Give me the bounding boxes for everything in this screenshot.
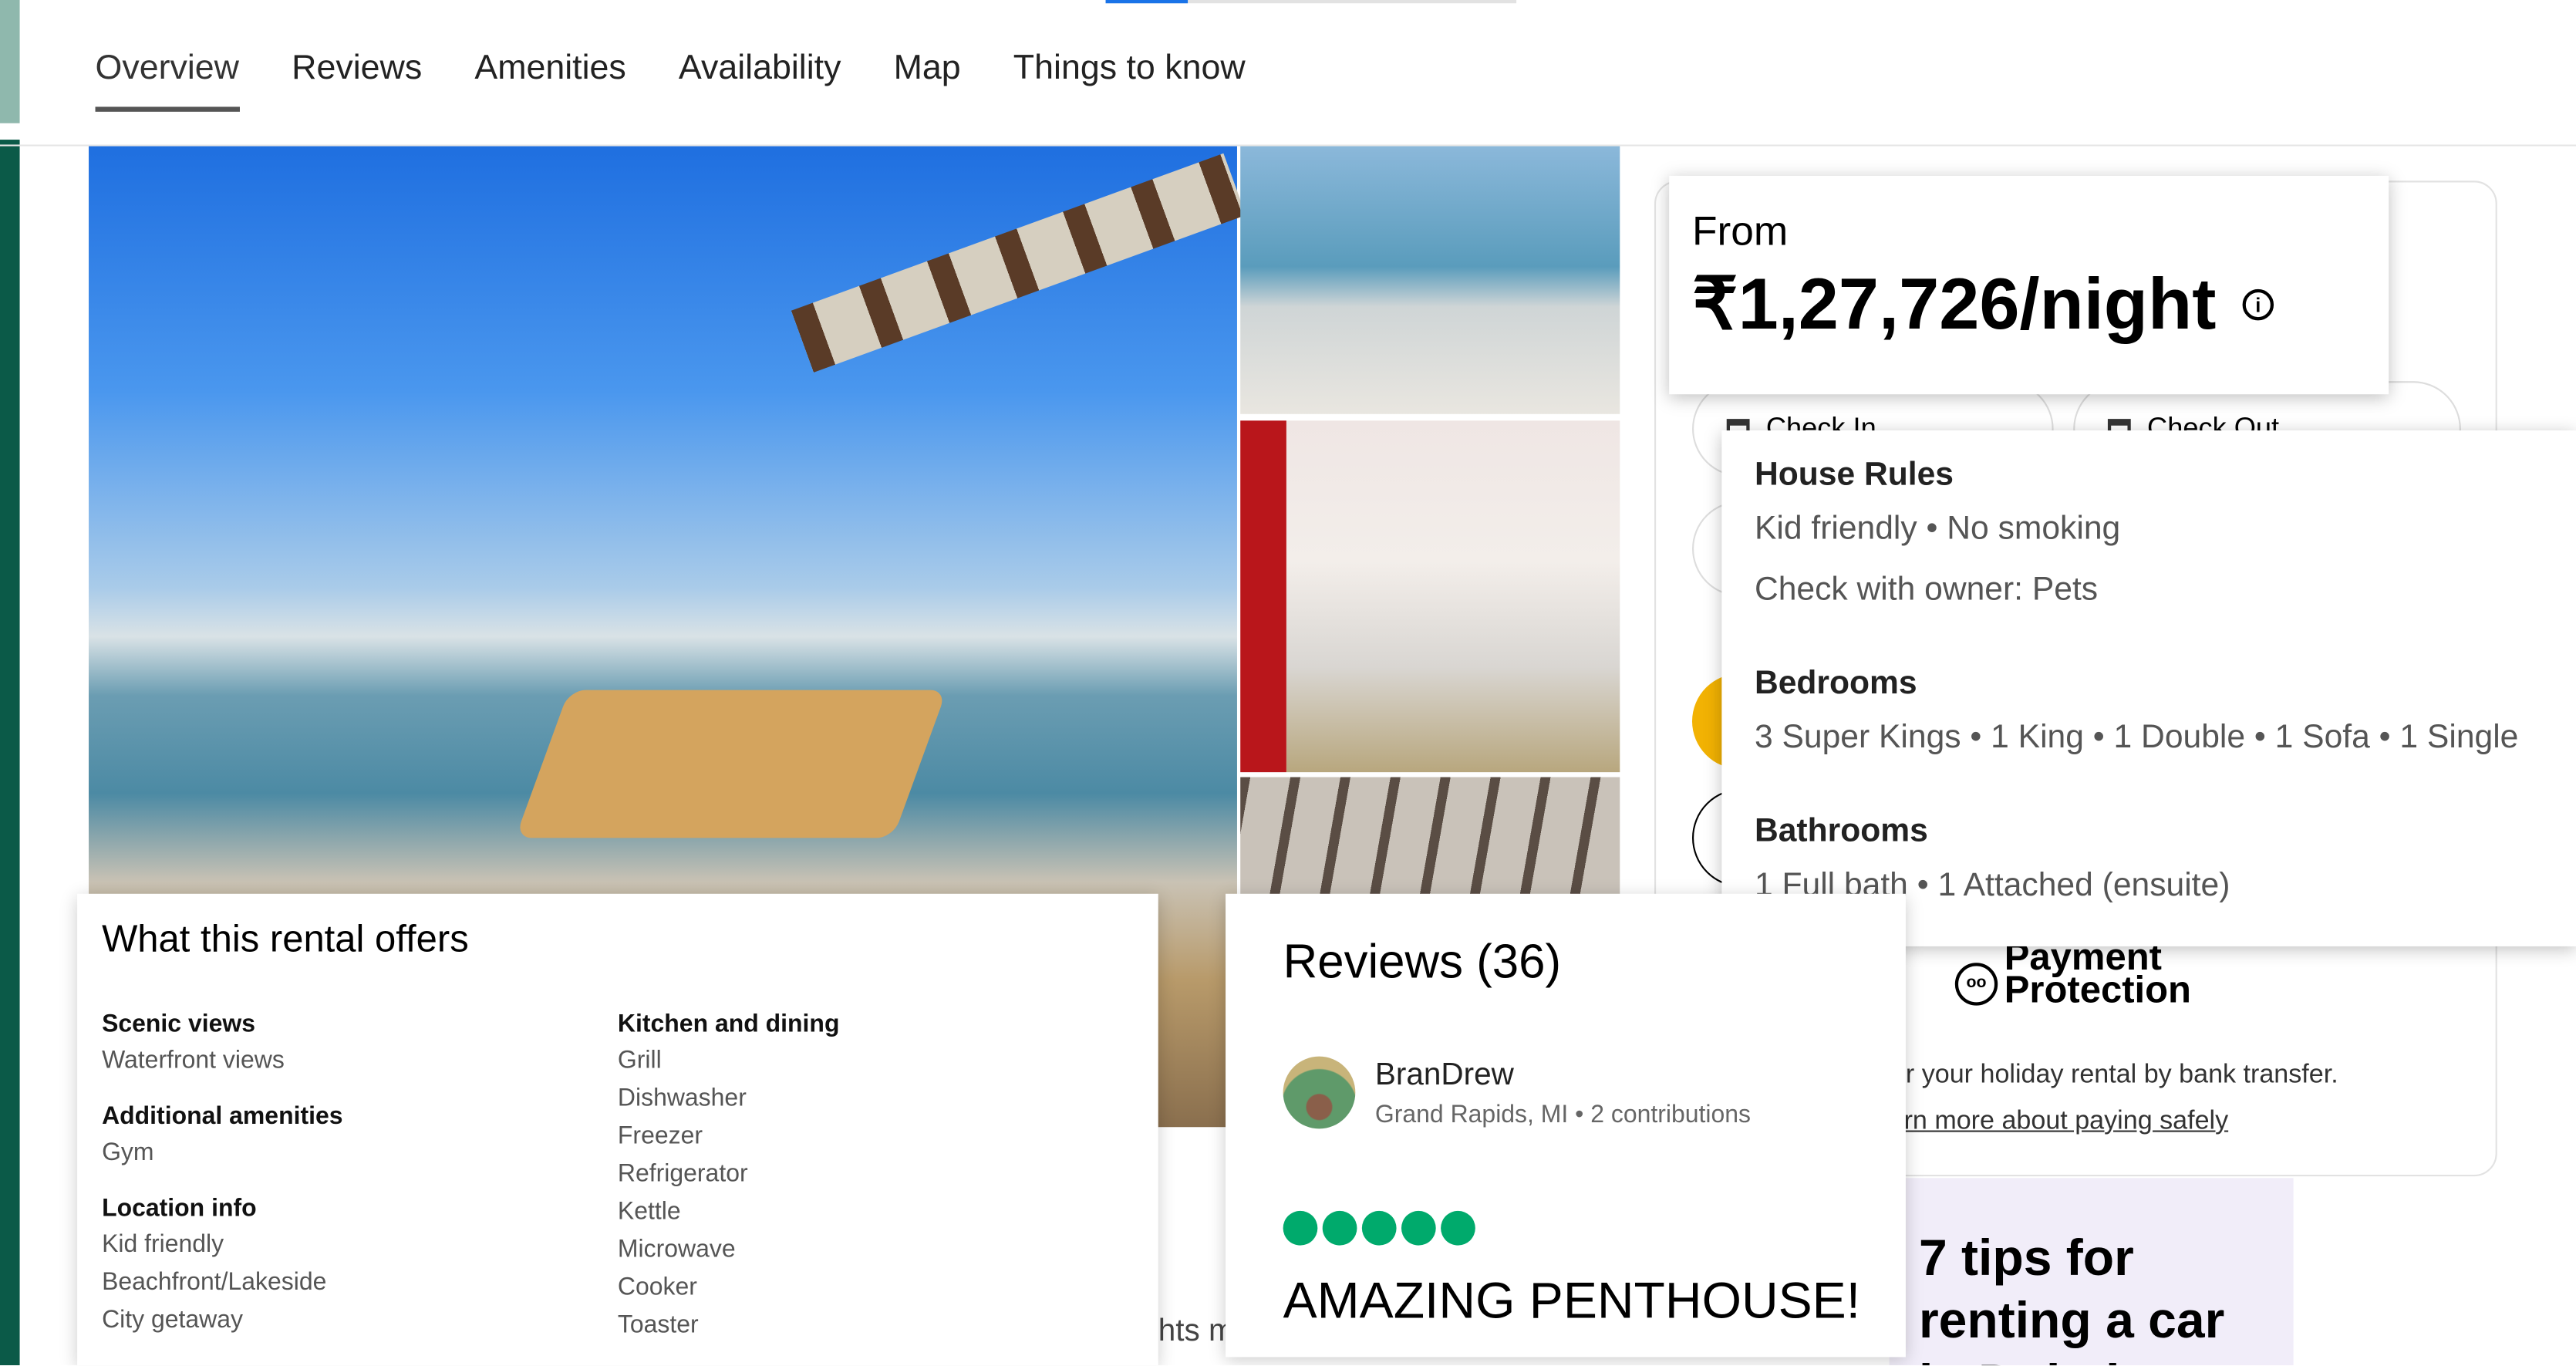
- amenity-group: Location info Kid friendly Beachfront/Lake…: [102, 1195, 618, 1339]
- partial-text: hts m: [1158, 1314, 1235, 1349]
- amenity-item: Toaster: [617, 1310, 699, 1340]
- car-rental-tips-card[interactable]: 7 tips forrenting a carin Dubai: [1889, 1178, 2294, 1366]
- rating-bubble-icon: [1441, 1210, 1475, 1246]
- amenity-group: Kitchen and dining Grill Dishwasher Freezer…: [618, 1010, 1134, 1344]
- amenity-group: Scenic views Waterfront views: [102, 1010, 618, 1079]
- amenity-item: City getaway: [102, 1306, 243, 1334]
- amenity-item: Gym: [102, 1138, 154, 1167]
- payment-protection-badge: oo Payment Protection: [1954, 937, 2191, 1008]
- tab-map[interactable]: Map: [894, 49, 961, 112]
- bathrooms-title: Bathrooms: [1754, 813, 1928, 850]
- reviewer-name[interactable]: BranDrew: [1375, 1057, 1751, 1094]
- page: Overview Reviews Amenities Availability Map T…: [0, 0, 2576, 1366]
- tripadvisor-owl-icon: oo: [1954, 963, 1998, 1006]
- review-title[interactable]: AMAZING PENTHOUSE!: [1283, 1272, 1860, 1331]
- amenity-item: Kid friendly: [102, 1230, 224, 1259]
- amenity-heading: Location info: [102, 1194, 257, 1223]
- price-box: From ₹1,27,726/night i: [1669, 175, 2389, 395]
- house-rules-popup: House Rules Kid friendly • No smoking Ch…: [1721, 430, 2576, 946]
- bedrooms-title: Bedrooms: [1754, 665, 1917, 702]
- tab-availability[interactable]: Availability: [679, 49, 841, 112]
- scroll-progress: [1105, 0, 1517, 4]
- amenities-title: What this rental offers: [102, 916, 469, 960]
- photo-detail: [515, 690, 947, 838]
- amenity-item: Freezer: [617, 1121, 703, 1151]
- info-icon[interactable]: i: [2242, 288, 2274, 321]
- amenity-item: Refrigerator: [617, 1159, 748, 1189]
- amenity-item: Kettle: [617, 1197, 681, 1226]
- thumbnail-photo[interactable]: [1240, 420, 1620, 773]
- amenities-panel: What this rental offers Scenic views Wate…: [77, 893, 1158, 1366]
- sidebar-strip: [0, 0, 20, 123]
- rating-bubble-icon: [1401, 1210, 1436, 1246]
- tab-amenities[interactable]: Amenities: [474, 49, 625, 112]
- avatar[interactable]: [1283, 1056, 1356, 1129]
- tab-things-to-know[interactable]: Things to know: [1013, 49, 1246, 112]
- bedrooms-text: 3 Super Kings • 1 King • 1 Double • 1 So…: [1754, 719, 2519, 756]
- amenity-item: Microwave: [617, 1235, 736, 1264]
- amenity-group: Additional amenities Gym: [102, 1102, 618, 1171]
- amenity-item: Cooker: [617, 1273, 697, 1302]
- amenity-item: Waterfront views: [102, 1046, 285, 1075]
- reviews-title: Reviews (36): [1283, 936, 1562, 990]
- thumbnail-photo[interactable]: [1240, 146, 1620, 414]
- check-with-owner-text: Check with owner: Pets: [1754, 572, 2099, 609]
- reviewer-meta: Grand Rapids, MI • 2 contributions: [1374, 1100, 1752, 1128]
- house-rules-text: Kid friendly • No smoking: [1754, 511, 2121, 548]
- rating-bubble-icon: [1283, 1210, 1318, 1246]
- amenity-item: Beachfront/Lakeside: [102, 1268, 327, 1297]
- amenity-heading: Kitchen and dining: [617, 1010, 840, 1039]
- nightly-price: ₹1,27,726/night: [1692, 264, 2217, 346]
- rating-bubble-icon: [1361, 1210, 1397, 1246]
- amenity-item: Grill: [617, 1046, 662, 1075]
- section-tabs: Overview Reviews Amenities Availability Map T…: [95, 49, 1246, 112]
- house-rules-title: House Rules: [1754, 457, 1954, 494]
- reviews-panel: Reviews (36) BranDrew Grand Rapids, MI •…: [1226, 893, 1906, 1358]
- amenity-heading: Additional amenities: [102, 1102, 343, 1131]
- tab-reviews[interactable]: Reviews: [292, 49, 422, 112]
- rating-bubble-icon: [1322, 1210, 1357, 1246]
- sidebar-strip-dark: [0, 140, 20, 1366]
- paying-safely-link[interactable]: arn more about paying safely: [1890, 1108, 2229, 1137]
- thumbnail-photo[interactable]: [1240, 777, 1620, 895]
- rating-bubbles: [1283, 1210, 1849, 1246]
- price-from-label: From: [1692, 208, 1789, 255]
- amenity-item: Dishwasher: [617, 1084, 747, 1113]
- payment-text: r your holiday rental by bank transfer.: [1905, 1061, 2338, 1090]
- amenity-heading: Scenic views: [102, 1010, 256, 1039]
- tab-overview[interactable]: Overview: [95, 49, 239, 112]
